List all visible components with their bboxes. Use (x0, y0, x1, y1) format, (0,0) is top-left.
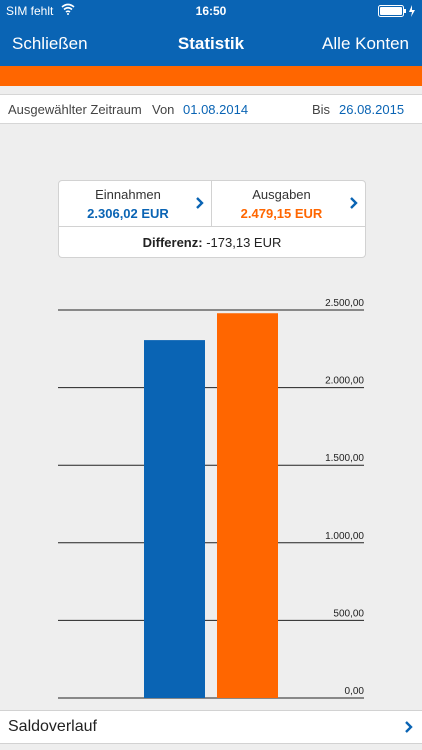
y-tick-label: 1.000,00 (325, 531, 364, 542)
to-label: Bis (312, 102, 331, 117)
y-tick-label: 0,00 (345, 686, 365, 697)
chevron-right-icon (196, 197, 204, 209)
summary-panel: Einnahmen 2.306,02 EUR Ausgaben 2.479,15… (58, 180, 366, 258)
battery-icon (378, 5, 415, 17)
status-bar: SIM fehlt 16:50 (0, 0, 422, 22)
bar-ausgaben (217, 313, 278, 698)
difference-label: Differenz: (142, 235, 203, 250)
from-date-field[interactable]: 01.08.2014 (183, 102, 248, 117)
income-expense-chart: 2.500,00 2.000,00 1.500,00 1.000,00 500,00 0,… (58, 298, 365, 699)
income-label: Einnahmen (95, 187, 161, 202)
difference-value: -173,13 EUR (206, 235, 282, 250)
y-tick-label: 2.500,00 (325, 298, 364, 309)
clock: 16:50 (195, 4, 227, 18)
y-tick-label: 1.500,00 (325, 453, 364, 464)
from-label: Von (152, 102, 175, 117)
y-tick-label: 500,00 (333, 608, 364, 619)
expenses-value: 2.479,15 EUR (240, 206, 323, 221)
to-date-field[interactable]: 26.08.2015 (339, 102, 404, 117)
nav-bar: Schließen Statistik Alle Konten (0, 22, 422, 66)
accent-strip (0, 66, 422, 86)
expenses-cell[interactable]: Ausgaben 2.479,15 EUR (212, 181, 365, 227)
income-value: 2.306,02 EUR (87, 206, 169, 221)
difference-row: Differenz: -173,13 EUR (59, 235, 365, 250)
chevron-right-icon (405, 721, 413, 733)
income-cell[interactable]: Einnahmen 2.306,02 EUR (59, 181, 212, 227)
balance-history-label: Saldoverlauf (8, 718, 97, 735)
balance-history-row[interactable]: Saldoverlauf (0, 710, 422, 744)
all-accounts-button[interactable]: Alle Konten (322, 34, 409, 54)
expenses-label: Ausgaben (252, 187, 311, 202)
period-selector: Ausgewählter Zeitraum Von 01.08.2014 Bis… (0, 94, 422, 124)
bar-einnahmen (144, 340, 205, 698)
period-label: Ausgewählter Zeitraum (8, 102, 142, 117)
chevron-right-icon (350, 197, 358, 209)
y-tick-label: 2.000,00 (325, 376, 364, 387)
